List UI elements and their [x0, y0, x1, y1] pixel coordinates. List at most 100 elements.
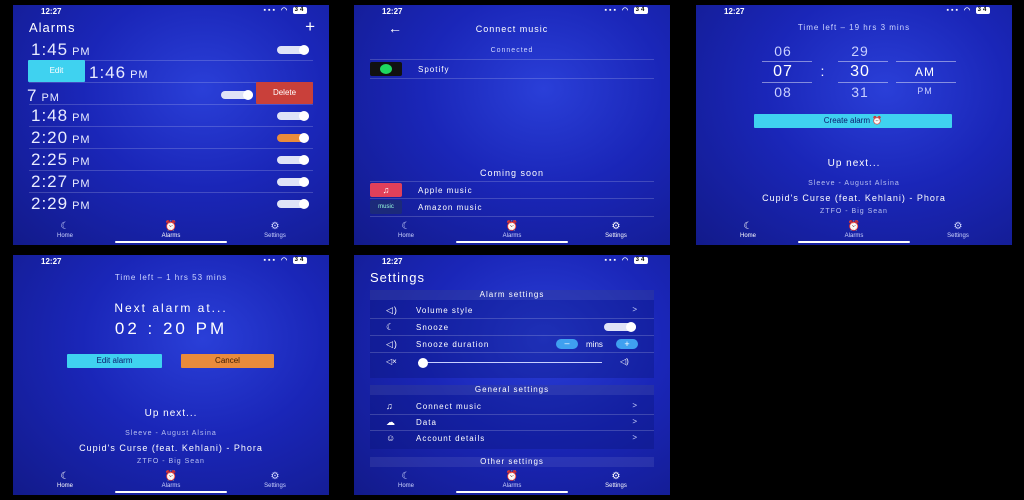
alarm-item[interactable]: 1:45 PM	[31, 40, 91, 60]
picker-line	[896, 82, 956, 83]
picker-line	[762, 61, 812, 62]
tab-home[interactable]: ☾ Home	[35, 221, 95, 240]
minute-option[interactable]: 29	[840, 43, 880, 59]
status-icons: ▪▪▪ ◠ 34	[264, 6, 307, 14]
tab-home[interactable]: ☾ Home	[35, 471, 95, 490]
minute-option[interactable]: 31	[840, 84, 880, 100]
status-time: 12:27	[382, 257, 403, 266]
alarm-toggle[interactable]	[277, 45, 309, 55]
volume-style-row[interactable]: ◁) Volume style >	[370, 302, 654, 318]
alarm-item[interactable]: 2:20 PM	[31, 128, 91, 148]
alarm-item[interactable]: 2:27 PM	[31, 172, 91, 192]
alarm-item[interactable]: 1:48 PM	[31, 106, 91, 126]
data-row[interactable]: ☁ Data >	[370, 414, 654, 430]
tab-bar: ☾ Home ⏰ Alarms ⚙ Settings	[13, 217, 329, 245]
battery-icon: 34	[634, 256, 648, 264]
picker-line	[896, 61, 956, 62]
edit-alarm-button[interactable]: Edit	[28, 60, 85, 82]
spotify-label: Spotify	[418, 65, 450, 74]
chevron-right-icon: >	[632, 433, 638, 442]
status-bar: 12:27 ▪▪▪ ◠ 34	[354, 5, 670, 17]
alarm-toggle[interactable]	[277, 177, 309, 187]
spotify-item[interactable]: Spotify	[370, 62, 654, 78]
minute-selected[interactable]: 30	[840, 63, 880, 81]
home-indicator	[798, 241, 910, 243]
increase-button[interactable]: +	[616, 339, 638, 349]
up-next-heading: Up next...	[144, 408, 198, 419]
tab-settings[interactable]: ⚙ Settings	[245, 471, 305, 490]
time-colon: :	[820, 63, 826, 79]
tab-bar: ☾ Home ⏰ Alarms ⚙ Settings	[354, 467, 670, 495]
section-other-settings: Other settings	[370, 457, 654, 467]
signal-icon: ▪▪▪	[263, 7, 277, 14]
section-coming-soon: Coming soon	[479, 168, 545, 178]
alarm-toggle[interactable]	[277, 155, 309, 165]
create-alarm-button[interactable]: Create alarm ⏰	[754, 114, 952, 128]
cancel-alarm-button[interactable]: Cancel	[181, 354, 274, 368]
status-bar: 12:27 ▪▪▪ ◠ 34	[354, 255, 670, 267]
alarm-toggle[interactable]	[221, 90, 253, 100]
section-connected: Connected	[490, 47, 534, 54]
tab-home[interactable]: ☾ Home	[718, 222, 778, 240]
add-alarm-button[interactable]: +	[305, 17, 315, 37]
tab-alarms[interactable]: ⏰ Alarms	[141, 222, 201, 240]
tab-settings[interactable]: ⚙ Settings	[928, 221, 988, 240]
moon-icon: ☾	[60, 221, 70, 232]
speaker-icon: ◁)	[386, 339, 398, 349]
tab-bar: ☾ Home ⏰ Alarms ⚙ Settings	[696, 217, 1012, 245]
tab-settings[interactable]: ⚙ Settings	[586, 472, 646, 490]
divider	[370, 352, 654, 353]
amazon-music-item: music Amazon music	[370, 200, 654, 216]
tab-settings[interactable]: ⚙ Settings	[245, 222, 305, 240]
chevron-right-icon: >	[632, 417, 638, 426]
divider	[29, 104, 313, 105]
alarm-item[interactable]: 1:46 PM	[89, 63, 149, 83]
battery-icon: 34	[293, 6, 307, 14]
connect-music-screen: 12:27 ▪▪▪ ◠ 34 ← Connect music Connected…	[354, 5, 670, 245]
alarm-item[interactable]: 7 PM	[27, 86, 60, 106]
picker-line	[762, 82, 812, 83]
queue-song: ZTFO - Big Sean	[137, 458, 205, 465]
status-icons: ▪▪▪ ◠ 34	[947, 6, 990, 14]
moon-icon: ☾	[60, 471, 70, 482]
hour-selected[interactable]: 07	[763, 63, 803, 81]
ampm-option[interactable]: PM	[897, 86, 953, 96]
divider	[29, 148, 313, 149]
volume-slider-thumb[interactable]	[418, 358, 428, 368]
connect-music-row[interactable]: ♫ Connect music >	[370, 398, 654, 414]
hour-option[interactable]: 06	[763, 43, 803, 59]
signal-icon: ▪▪▪	[604, 7, 618, 14]
page-title: Connect music	[475, 24, 549, 34]
alarm-item[interactable]: 2:29 PM	[31, 194, 91, 214]
hour-option[interactable]: 08	[763, 84, 803, 100]
account-details-row[interactable]: ☺ Account details >	[370, 430, 654, 446]
ampm-selected[interactable]: AM	[897, 65, 953, 79]
battery-icon: 34	[293, 256, 307, 264]
mins-label: mins	[586, 340, 603, 349]
tab-alarms[interactable]: ⏰ Alarms	[482, 221, 542, 240]
alarm-clock-icon: ⏰	[505, 221, 519, 232]
current-song: Cupid's Curse (feat. Kehlani) - Phora	[762, 193, 946, 203]
alarm-toggle-on[interactable]	[277, 133, 309, 143]
alarm-toggle[interactable]	[277, 199, 309, 209]
tab-alarms[interactable]: ⏰ Alarms	[482, 472, 542, 490]
signal-icon: ▪▪▪	[604, 257, 618, 264]
decrease-button[interactable]: –	[556, 339, 578, 349]
gear-icon: ⚙	[270, 471, 280, 482]
volume-slider-track[interactable]	[418, 362, 602, 363]
tab-home[interactable]: ☾ Home	[376, 472, 436, 490]
volume-up-icon: ◁)	[620, 357, 629, 366]
alarm-toggle[interactable]	[277, 111, 309, 121]
tab-alarms[interactable]: ⏰ Alarms	[141, 472, 201, 490]
edit-alarm-button[interactable]: Edit alarm	[67, 354, 162, 368]
alarm-item[interactable]: 2:25 PM	[31, 150, 91, 170]
snooze-toggle[interactable]	[604, 322, 636, 332]
status-icons: ▪▪▪ ◠ 34	[605, 256, 648, 264]
tab-bar: ☾ Home ⏰ Alarms ⚙ Settings	[354, 217, 670, 245]
status-icons: ▪▪▪ ◠ 34	[264, 256, 307, 264]
tab-settings[interactable]: ⚙ Settings	[586, 222, 646, 240]
tab-alarms[interactable]: ⏰ Alarms	[824, 222, 884, 240]
delete-alarm-button[interactable]: Delete	[256, 82, 313, 104]
gear-icon: ⚙	[953, 221, 963, 232]
tab-home[interactable]: ☾ Home	[376, 222, 436, 240]
